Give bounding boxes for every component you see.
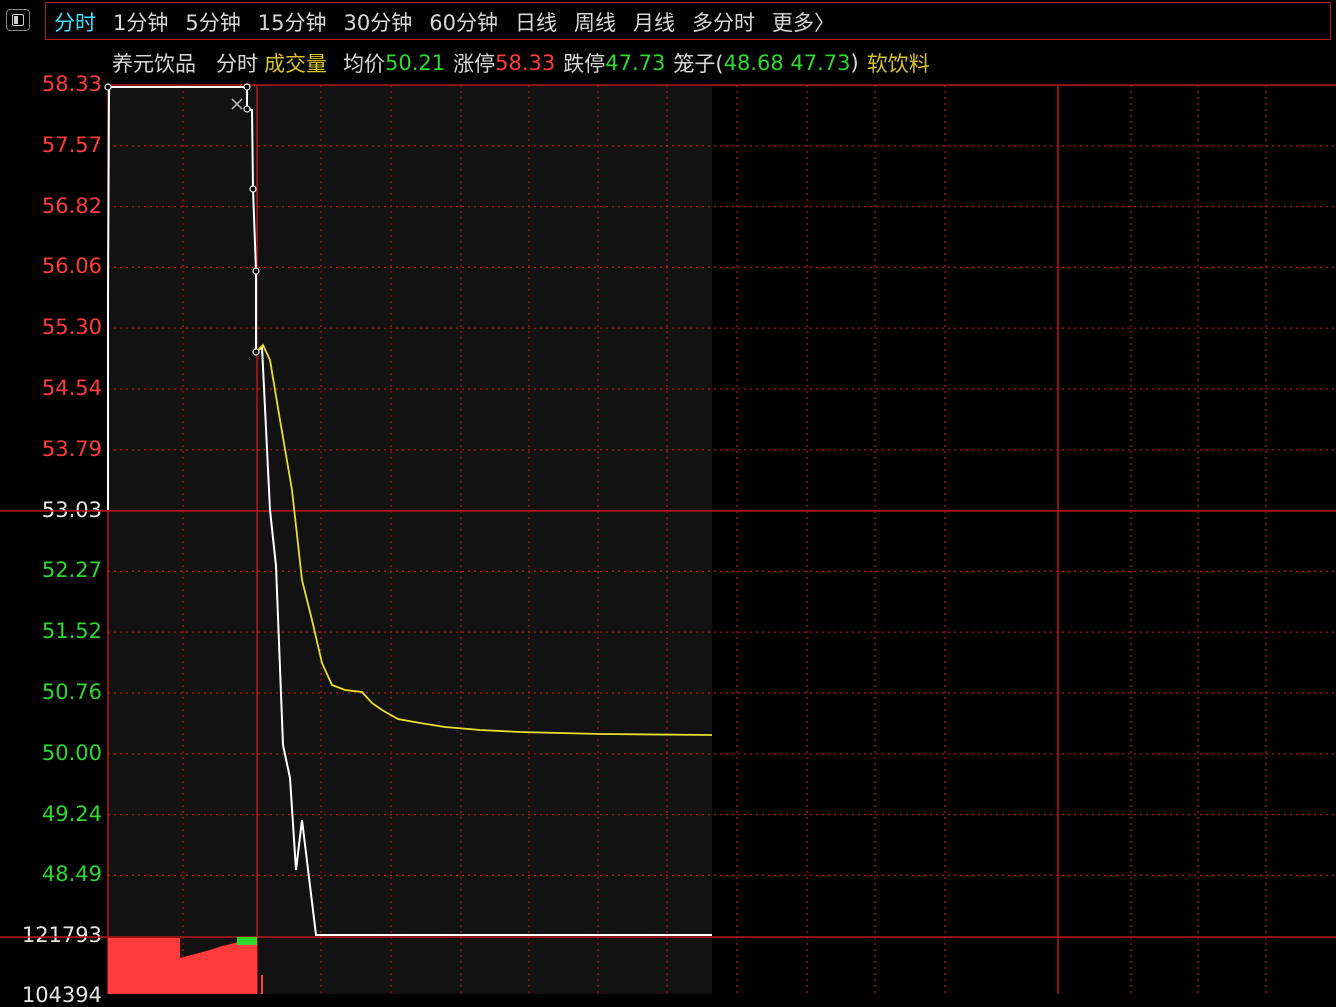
price-marker bbox=[243, 83, 251, 91]
volume-bar bbox=[237, 937, 257, 945]
traded-region bbox=[108, 85, 712, 994]
intraday-chart[interactable] bbox=[0, 0, 1336, 994]
price-marker bbox=[249, 185, 257, 193]
price-marker bbox=[243, 105, 251, 113]
price-marker bbox=[104, 83, 112, 91]
volume-bar bbox=[108, 938, 180, 994]
price-marker bbox=[252, 267, 260, 275]
